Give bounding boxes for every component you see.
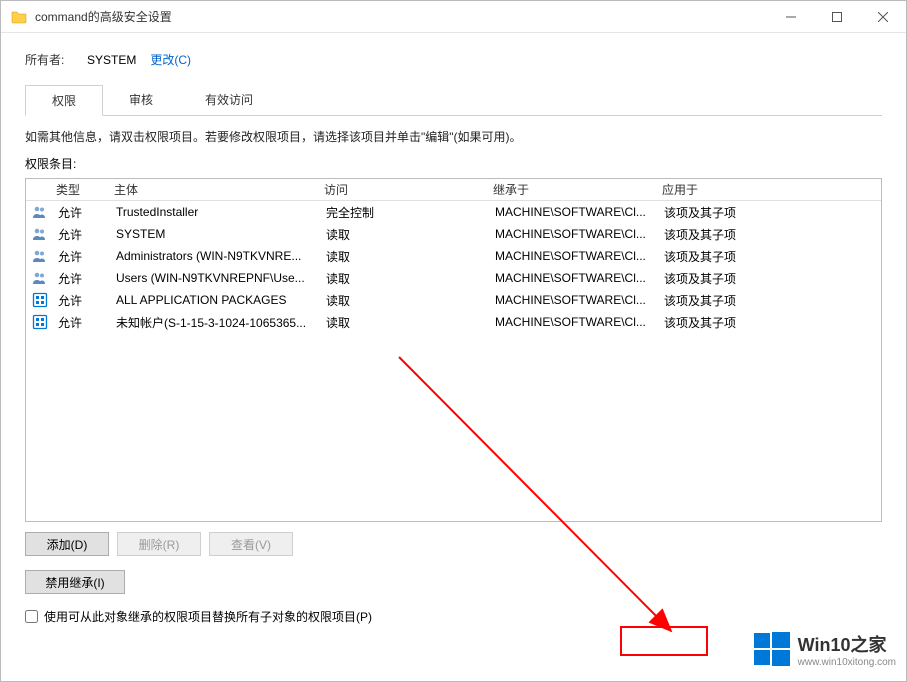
entry-applies: 该项及其子项 <box>658 270 881 287</box>
entry-access: 读取 <box>320 270 489 287</box>
owner-row: 所有者: SYSTEM 更改(C) <box>25 51 882 68</box>
entry-principal: ALL APPLICATION PACKAGES <box>110 293 320 307</box>
permission-row[interactable]: 允许TrustedInstaller完全控制MACHINE\SOFTWARE\C… <box>26 201 881 223</box>
titlebar: command的高级安全设置 <box>1 1 906 33</box>
tab-permissions[interactable]: 权限 <box>25 85 103 116</box>
view-button[interactable]: 查看(V) <box>209 532 293 556</box>
info-text: 如需其他信息，请双击权限项目。若要修改权限项目，请选择该项目并单击"编辑"(如果… <box>25 128 882 145</box>
entry-principal: 未知帐户(S-1-15-3-1024-1065365... <box>110 314 320 331</box>
entry-access: 读取 <box>320 226 489 243</box>
entry-type: 允许 <box>52 204 110 221</box>
col-access-header[interactable]: 访问 <box>318 179 487 200</box>
entry-principal: TrustedInstaller <box>110 205 320 219</box>
maximize-button[interactable] <box>814 1 860 32</box>
entry-type: 允许 <box>52 314 110 331</box>
window-controls <box>768 1 906 32</box>
permission-entries-label: 权限条目: <box>25 155 882 172</box>
permission-row[interactable]: 允许Users (WIN-N9TKVNREPNF\Use...读取MACHINE… <box>26 267 881 289</box>
action-buttons-row: 添加(D) 删除(R) 查看(V) <box>25 532 882 556</box>
tabs: 权限 审核 有效访问 <box>25 84 882 116</box>
entry-principal: SYSTEM <box>110 227 320 241</box>
entry-inherited: MACHINE\SOFTWARE\Cl... <box>489 249 658 263</box>
entry-applies: 该项及其子项 <box>658 248 881 265</box>
close-button[interactable] <box>860 1 906 32</box>
principal-icon <box>28 226 52 242</box>
permission-row[interactable]: 允许未知帐户(S-1-15-3-1024-1065365...读取MACHINE… <box>26 311 881 333</box>
col-type-header[interactable]: 类型 <box>50 179 108 200</box>
watermark-title: Win10之家 <box>798 631 896 657</box>
watermark-url: www.win10xitong.com <box>798 657 896 668</box>
entry-access: 完全控制 <box>320 204 489 221</box>
entry-access: 读取 <box>320 248 489 265</box>
permission-list[interactable]: 类型 主体 访问 继承于 应用于 允许TrustedInstaller完全控制M… <box>25 178 882 522</box>
content-area: 所有者: SYSTEM 更改(C) 权限 审核 有效访问 如需其他信息，请双击权… <box>1 33 906 635</box>
permission-list-header: 类型 主体 访问 继承于 应用于 <box>26 179 881 201</box>
principal-icon <box>28 314 52 330</box>
entry-type: 允许 <box>52 292 110 309</box>
principal-icon <box>28 204 52 220</box>
entry-access: 读取 <box>320 292 489 309</box>
windows-logo-icon <box>752 629 792 669</box>
owner-label: 所有者: <box>25 51 87 68</box>
remove-button[interactable]: 删除(R) <box>117 532 201 556</box>
entry-type: 允许 <box>52 270 110 287</box>
entry-applies: 该项及其子项 <box>658 204 881 221</box>
folder-icon <box>11 9 27 25</box>
entry-inherited: MACHINE\SOFTWARE\Cl... <box>489 315 658 329</box>
entry-access: 读取 <box>320 314 489 331</box>
entry-type: 允许 <box>52 248 110 265</box>
entry-applies: 该项及其子项 <box>658 292 881 309</box>
tab-auditing[interactable]: 审核 <box>103 85 179 116</box>
add-button[interactable]: 添加(D) <box>25 532 109 556</box>
principal-icon <box>28 292 52 308</box>
minimize-button[interactable] <box>768 1 814 32</box>
inherit-row: 禁用继承(I) <box>25 570 882 594</box>
replace-children-label: 使用可从此对象继承的权限项目替换所有子对象的权限项目(P) <box>44 608 372 625</box>
entry-principal: Users (WIN-N9TKVNREPNF\Use... <box>110 271 320 285</box>
window-title: command的高级安全设置 <box>35 8 768 25</box>
entry-inherited: MACHINE\SOFTWARE\Cl... <box>489 271 658 285</box>
entry-applies: 该项及其子项 <box>658 314 881 331</box>
replace-children-row: 使用可从此对象继承的权限项目替换所有子对象的权限项目(P) <box>25 608 882 625</box>
disable-inheritance-button[interactable]: 禁用继承(I) <box>25 570 125 594</box>
principal-icon <box>28 270 52 286</box>
permission-row[interactable]: 允许ALL APPLICATION PACKAGES读取MACHINE\SOFT… <box>26 289 881 311</box>
permission-row[interactable]: 允许Administrators (WIN-N9TKVNRE...读取MACHI… <box>26 245 881 267</box>
tab-effective-access[interactable]: 有效访问 <box>179 85 279 116</box>
entry-inherited: MACHINE\SOFTWARE\Cl... <box>489 205 658 219</box>
advanced-security-window: command的高级安全设置 所有者: SYSTEM 更改(C) 权限 审核 有… <box>0 0 907 682</box>
col-inherited-header[interactable]: 继承于 <box>487 179 656 200</box>
entry-applies: 该项及其子项 <box>658 226 881 243</box>
replace-children-checkbox[interactable] <box>25 610 38 623</box>
entry-inherited: MACHINE\SOFTWARE\Cl... <box>489 293 658 307</box>
change-owner-link[interactable]: 更改(C) <box>150 51 191 68</box>
highlighted-ok-outline <box>620 626 708 656</box>
principal-icon <box>28 248 52 264</box>
col-principal-header[interactable]: 主体 <box>108 179 318 200</box>
entry-principal: Administrators (WIN-N9TKVNRE... <box>110 249 320 263</box>
col-icon-spacer <box>26 188 50 192</box>
permission-row[interactable]: 允许SYSTEM读取MACHINE\SOFTWARE\Cl...该项及其子项 <box>26 223 881 245</box>
col-applies-header[interactable]: 应用于 <box>656 179 881 200</box>
watermark: Win10之家 www.win10xitong.com <box>752 629 896 669</box>
entry-inherited: MACHINE\SOFTWARE\Cl... <box>489 227 658 241</box>
entry-type: 允许 <box>52 226 110 243</box>
owner-value: SYSTEM <box>87 53 136 67</box>
